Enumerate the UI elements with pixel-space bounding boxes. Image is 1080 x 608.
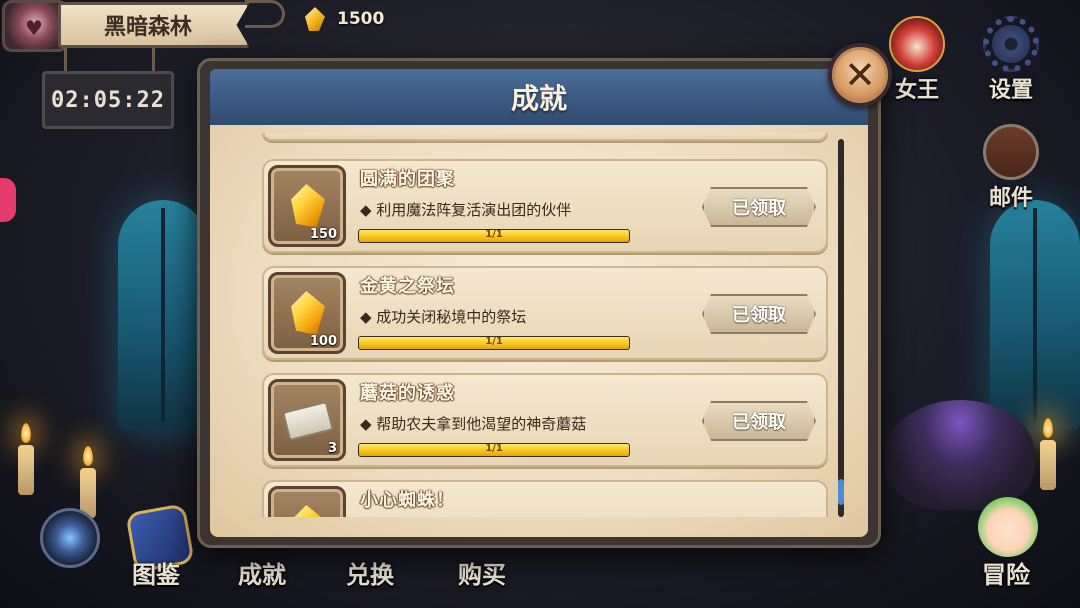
nav-exchange[interactable]: 兑换 <box>346 555 394 590</box>
timer-value: 02:05:22 <box>51 87 165 113</box>
close-button[interactable]: ✕ <box>828 43 892 107</box>
nav-achievements[interactable]: 成就 <box>238 555 286 590</box>
ticket-icon <box>282 400 334 442</box>
progress-text: 1/1 <box>485 443 503 454</box>
achievement-title: 小心蜘蛛！ <box>360 490 455 511</box>
claimed-button[interactable]: 已领取 <box>702 294 816 334</box>
reward-quantity: 3 <box>327 441 337 456</box>
reward-slot[interactable]: 150 <box>268 165 346 247</box>
achievement-card: 3 蘑菇的诱惑 ◆ 帮助农夫拿到他渴望的神奇蘑菇 1/1 已领取 <box>262 373 828 467</box>
gold-gem-icon <box>305 7 325 31</box>
scrollbar-thumb[interactable] <box>838 479 844 505</box>
mailbox-icon <box>983 124 1039 180</box>
progress-bar: 1/1 <box>358 443 630 457</box>
sign-chain <box>64 48 67 72</box>
mail-label: 邮件 <box>988 186 1033 211</box>
location-name-plate: 黑暗森林 <box>58 2 250 48</box>
achievement-description: ◆ 利用魔法阵复活演出团的伙伴 <box>360 201 572 219</box>
currency-amount: 1500 <box>337 9 385 29</box>
side-pull-tab[interactable] <box>0 178 16 222</box>
countdown-timer: 02:05:22 <box>42 71 174 129</box>
achievement-title: 圆满的团聚 <box>360 169 455 190</box>
achievement-title: 金黄之祭坛 <box>360 276 455 297</box>
gold-gem-icon <box>291 184 325 228</box>
modal-body: 150 圆满的团聚 ◆ 利用魔法阵复活演出团的伙伴 1/1 已领取 100 金黄… <box>210 125 868 537</box>
progress-text: 1/1 <box>485 336 503 347</box>
reward-quantity: 150 <box>309 227 337 242</box>
gold-gem-icon <box>291 505 325 517</box>
progress-text: 1/1 <box>485 229 503 240</box>
achievement-card: 小心蜘蛛！ <box>262 480 828 517</box>
compass-icon[interactable] <box>40 508 100 568</box>
reward-slot[interactable] <box>268 486 346 517</box>
gold-gem-icon <box>291 291 325 335</box>
progress-bar: 1/1 <box>358 229 630 243</box>
modal-title: 成就 <box>510 82 567 115</box>
nav-codex[interactable]: 图鉴 <box>132 555 180 590</box>
nav-shop[interactable]: 购买 <box>458 555 506 590</box>
achievement-card: 100 金黄之祭坛 ◆ 成功关闭秘境中的祭坛 1/1 已领取 <box>262 266 828 360</box>
plate-scroll-decoration <box>245 0 285 28</box>
achievement-description: ◆ 帮助农夫拿到他渴望的神奇蘑菇 <box>360 415 587 433</box>
currency-display: 1500 <box>305 5 384 33</box>
candle-decoration <box>18 423 34 495</box>
candle-decoration <box>1040 418 1056 490</box>
stained-glass-window <box>990 200 1080 430</box>
claimed-button[interactable]: 已领取 <box>702 401 816 441</box>
reward-slot[interactable]: 3 <box>268 379 346 461</box>
stained-glass-window <box>118 200 208 430</box>
modal-header: 成就 <box>210 69 868 125</box>
achievement-card-partial <box>262 133 828 141</box>
close-x-icon: ✕ <box>844 53 876 97</box>
cauldron-decoration <box>885 400 1035 510</box>
achievement-card: 150 圆满的团聚 ◆ 利用魔法阵复活演出团的伙伴 1/1 已领取 <box>262 159 828 253</box>
achievements-modal: 成就 150 圆满的团聚 ◆ 利用魔法阵复活演出团的伙伴 1/1 已领取 100… <box>197 58 881 548</box>
scrollbar[interactable] <box>838 139 844 517</box>
mail-button[interactable]: 邮件 <box>966 124 1056 212</box>
reward-quantity: 100 <box>309 334 337 349</box>
claimed-button[interactable]: 已领取 <box>702 187 816 227</box>
queen-icon <box>889 16 945 72</box>
progress-bar: 1/1 <box>358 336 630 350</box>
settings-button[interactable]: 设置 <box>966 16 1056 104</box>
adventure-character-icon[interactable] <box>978 497 1038 557</box>
gear-icon <box>983 16 1039 72</box>
achievement-list[interactable]: 150 圆满的团聚 ◆ 利用魔法阵复活演出团的伙伴 1/1 已领取 100 金黄… <box>244 133 834 517</box>
settings-label: 设置 <box>988 78 1033 103</box>
nav-adventure[interactable]: 冒险 <box>982 555 1030 590</box>
location-name: 黑暗森林 <box>103 15 192 40</box>
sign-chain <box>152 48 155 72</box>
achievement-title: 蘑菇的诱惑 <box>360 383 455 404</box>
reward-slot[interactable]: 100 <box>268 272 346 354</box>
achievement-description: ◆ 成功关闭秘境中的祭坛 <box>360 308 527 326</box>
